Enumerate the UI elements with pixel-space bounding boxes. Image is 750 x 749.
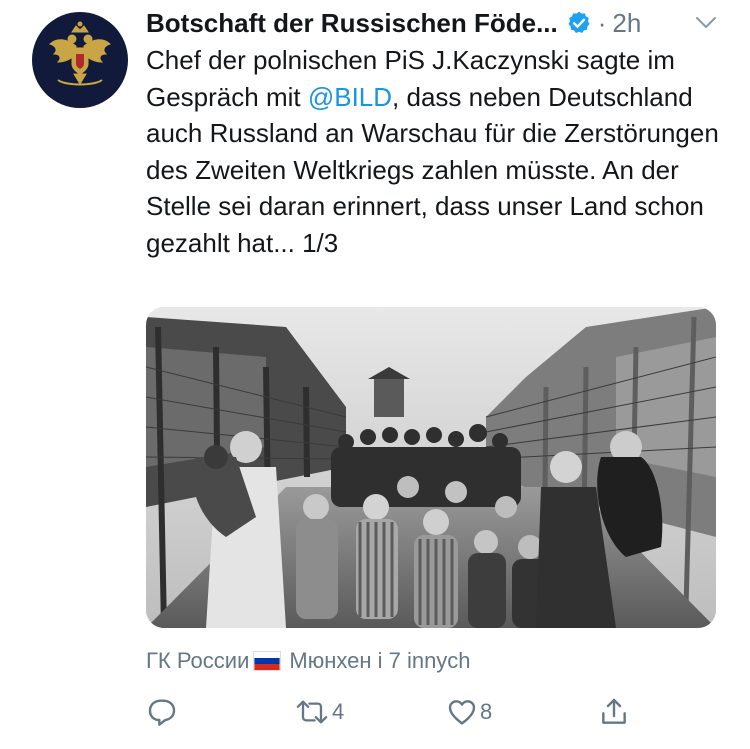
display-name[interactable]: Botschaft der Russischen Föde... <box>146 8 558 39</box>
chevron-down-icon[interactable] <box>694 10 718 34</box>
retweet-button[interactable]: 4 <box>294 690 344 734</box>
retweet-icon <box>296 700 328 724</box>
heart-icon <box>448 700 476 725</box>
reply-button[interactable] <box>146 690 178 734</box>
like-count: 8 <box>480 699 493 724</box>
tagged-users[interactable]: ГК России Мюнхен і 7 innych <box>146 648 471 674</box>
coat-of-arms-icon <box>49 21 111 86</box>
share-icon <box>602 698 626 724</box>
tweet-header: Botschaft der Russischen Föde... · 2h <box>146 4 726 42</box>
photo-image <box>146 307 716 628</box>
reply-icon <box>148 699 176 726</box>
separator-dot: · <box>597 7 607 38</box>
russia-flag-icon <box>253 651 282 671</box>
tagged-first: ГК России <box>146 648 250 673</box>
tweet-text: Chef der polnischen PiS J.Kaczynski sagt… <box>146 42 726 261</box>
retweet-count: 4 <box>332 699 345 724</box>
tweet-actions: 4 8 <box>146 690 726 734</box>
tagged-rest: Мюнхен і 7 innych <box>289 648 471 673</box>
avatar[interactable] <box>32 12 128 108</box>
like-button[interactable]: 8 <box>446 690 492 734</box>
share-button[interactable] <box>598 690 630 734</box>
verified-badge-icon <box>568 11 590 33</box>
tweet[interactable]: Botschaft der Russischen Föde... · 2h Ch… <box>0 0 750 749</box>
tweet-photo[interactable] <box>146 307 716 628</box>
timestamp[interactable]: 2h <box>612 8 641 39</box>
mention-link[interactable]: @BILD <box>308 82 392 112</box>
